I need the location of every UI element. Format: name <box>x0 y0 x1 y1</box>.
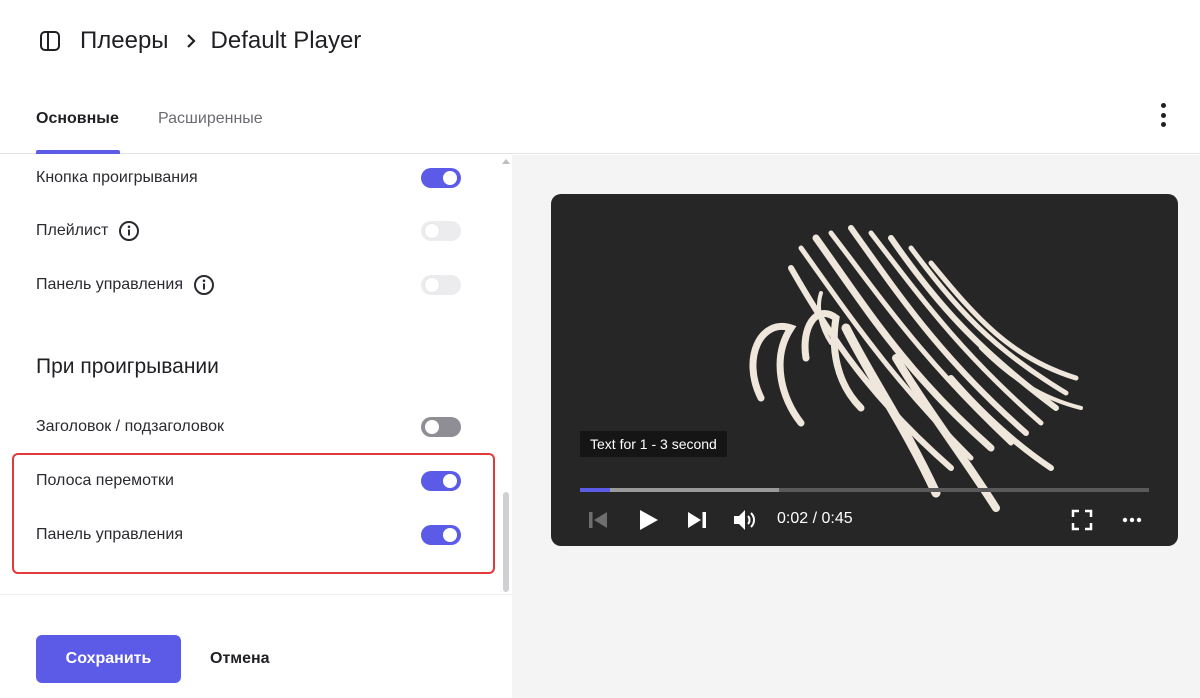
tab-bar: Основные Расширенные <box>0 82 1200 154</box>
preview-area: Text for 1 - 3 second 0:02 / 0:45 <box>512 155 1200 698</box>
play-icon[interactable] <box>634 506 662 534</box>
save-button[interactable]: Сохранить <box>36 635 181 683</box>
setting-label: Панель управления <box>36 276 183 293</box>
scroll-thumb[interactable] <box>503 492 509 592</box>
tab-main[interactable]: Основные <box>36 110 119 128</box>
player-controls: 0:02 / 0:45 <box>580 506 1149 534</box>
skip-back-icon[interactable] <box>584 506 612 534</box>
settings-panel: Кнопка проигрывания Плейлист Панель упра… <box>0 155 512 595</box>
scrollbar[interactable] <box>500 155 512 595</box>
playlist-toggle[interactable] <box>421 221 461 241</box>
video-player[interactable]: Text for 1 - 3 second 0:02 / 0:45 <box>551 194 1178 546</box>
setting-label: Полоса перемотки <box>36 472 174 489</box>
setting-label: Панель управления <box>36 526 183 543</box>
active-tab-indicator <box>36 150 120 154</box>
more-horizontal-icon[interactable] <box>1118 506 1146 534</box>
volume-icon[interactable] <box>731 506 759 534</box>
setting-label: Плейлист <box>36 222 109 239</box>
cancel-button[interactable]: Отмена <box>210 635 270 683</box>
play-button-toggle[interactable] <box>421 168 461 188</box>
setting-row-playlist: Плейлист <box>36 218 461 244</box>
seek-bar-toggle[interactable] <box>421 471 461 491</box>
setting-row-control-panel: Панель управления <box>36 272 461 298</box>
chevron-right-icon <box>185 32 197 50</box>
time-display: 0:02 / 0:45 <box>777 510 853 527</box>
panel-icon[interactable] <box>38 29 62 53</box>
info-icon[interactable] <box>118 220 140 242</box>
tab-advanced[interactable]: Расширенные <box>158 110 263 128</box>
setting-row-title-subtitle: Заголовок / подзаголовок <box>36 414 461 440</box>
video-frame-artwork <box>749 225 1083 512</box>
setting-row-seek-bar: Полоса перемотки <box>36 468 461 494</box>
skip-forward-icon[interactable] <box>683 506 711 534</box>
kebab-icon[interactable] <box>1150 100 1176 130</box>
setting-row-play-button: Кнопка проигрывания <box>36 165 461 191</box>
breadcrumb-parent[interactable]: Плееры <box>80 27 169 55</box>
seek-bar-played <box>580 488 611 492</box>
form-footer: Сохранить Отмена <box>0 594 512 698</box>
page-header: Плееры Default Player <box>0 0 1200 82</box>
playback-controls-toggle[interactable] <box>421 525 461 545</box>
fullscreen-icon[interactable] <box>1068 506 1096 534</box>
breadcrumb-current: Default Player <box>210 27 362 54</box>
section-title: При проигрывании <box>36 355 219 378</box>
title-subtitle-toggle[interactable] <box>421 417 461 437</box>
setting-row-playback-controls: Панель управления <box>36 522 461 548</box>
info-icon[interactable] <box>193 274 215 296</box>
setting-label: Заголовок / подзаголовок <box>36 418 225 435</box>
scroll-up-arrow[interactable] <box>502 159 510 164</box>
seek-bar[interactable] <box>580 488 1149 492</box>
setting-label: Кнопка проигрывания <box>36 169 198 186</box>
control-panel-toggle[interactable] <box>421 275 461 295</box>
subtitle-caption: Text for 1 - 3 second <box>580 431 727 457</box>
